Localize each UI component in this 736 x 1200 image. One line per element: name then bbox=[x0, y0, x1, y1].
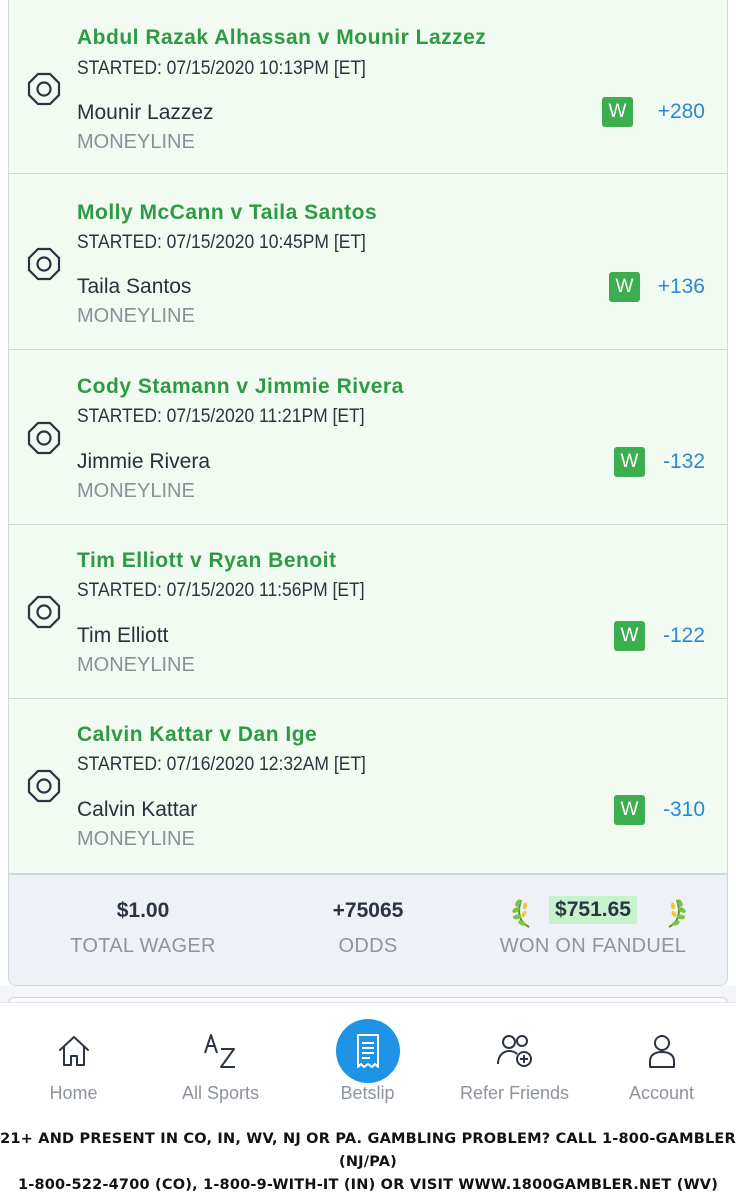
disclaimer-line-2: 1-800-522-4700 (CO), 1-800-9-WITH-IT (IN… bbox=[17, 1177, 719, 1193]
bet-leg[interactable]: Molly McCann v Taila Santos STARTED: 07/… bbox=[9, 176, 727, 350]
bet-leg[interactable]: Abdul Razak Alhassan v Mounir Lazzez STA… bbox=[9, 0, 727, 174]
responsible-gambling-disclaimer: 21+ AND PRESENT IN CO, IN, WV, NJ OR PA.… bbox=[0, 1128, 736, 1197]
disclaimer-line-1: 21+ AND PRESENT IN CO, IN, WV, NJ OR PA.… bbox=[0, 1131, 736, 1170]
win-badge: W bbox=[614, 795, 645, 825]
event-title: Molly McCann v Taila Santos bbox=[77, 201, 378, 224]
selection-name: Jimmie Rivera bbox=[77, 450, 211, 473]
winnings-highlight: $751.65 bbox=[473, 894, 713, 930]
bet-summary: $1.00 TOTAL WAGER +75065 ODDS $751.65 WO… bbox=[9, 874, 727, 985]
tab-all-sports[interactable]: All Sports bbox=[147, 1003, 294, 1123]
market-type: MONEYLINE bbox=[77, 305, 195, 327]
tab-home[interactable]: Home bbox=[0, 1003, 147, 1123]
win-badge: W bbox=[614, 621, 645, 651]
total-odds-value: +75065 bbox=[332, 899, 404, 922]
tab-account-label: Account bbox=[628, 1083, 695, 1103]
total-wager-label: TOTAL WAGER bbox=[70, 935, 216, 957]
bet-leg[interactable]: Cody Stamann v Jimmie Rivera STARTED: 07… bbox=[9, 351, 727, 525]
tab-betslip[interactable]: Betslip bbox=[294, 1003, 441, 1123]
selection-name: Mounir Lazzez bbox=[77, 101, 214, 124]
leg-odds: +136 bbox=[657, 275, 705, 298]
winnings-label: WON ON FANDUEL bbox=[499, 935, 687, 957]
selection-name: Taila Santos bbox=[77, 275, 192, 298]
parlay-card: Abdul Razak Alhassan v Mounir Lazzez STA… bbox=[8, 0, 728, 986]
tab-refer-friends[interactable]: Refer Friends bbox=[441, 1003, 588, 1123]
bet-leg[interactable]: Calvin Kattar v Dan Ige STARTED: 07/16/2… bbox=[9, 700, 727, 874]
ufc-octagon-icon bbox=[27, 595, 61, 629]
market-type: MONEYLINE bbox=[77, 131, 195, 153]
event-title: Tim Elliott v Ryan Benoit bbox=[77, 549, 337, 572]
bet-leg[interactable]: Tim Elliott v Ryan Benoit STARTED: 07/15… bbox=[9, 525, 727, 699]
tab-refer-friends-label: Refer Friends bbox=[459, 1083, 570, 1103]
event-start-time: STARTED: 07/15/2020 10:13PM [ET] bbox=[77, 58, 366, 79]
tab-home-label: Home bbox=[49, 1083, 98, 1103]
az-icon bbox=[203, 1034, 235, 1068]
win-badge: W bbox=[602, 97, 633, 127]
market-type: MONEYLINE bbox=[77, 480, 195, 502]
winnings-value: $751.65 bbox=[549, 896, 637, 924]
event-title: Abdul Razak Alhassan v Mounir Lazzez bbox=[77, 26, 487, 49]
selection-name: Tim Elliott bbox=[77, 624, 169, 647]
event-start-time: STARTED: 07/16/2020 12:32AM [ET] bbox=[77, 754, 366, 775]
event-title: Calvin Kattar v Dan Ige bbox=[77, 723, 318, 746]
market-type: MONEYLINE bbox=[77, 654, 195, 676]
win-badge: W bbox=[609, 272, 640, 302]
event-title: Cody Stamann v Jimmie Rivera bbox=[77, 375, 404, 398]
leg-odds: +280 bbox=[657, 100, 705, 123]
selection-name: Calvin Kattar bbox=[77, 798, 198, 821]
next-card-edge bbox=[0, 986, 736, 1004]
laurel-right-icon bbox=[668, 899, 686, 928]
ufc-octagon-icon bbox=[27, 72, 61, 106]
event-start-time: STARTED: 07/15/2020 11:56PM [ET] bbox=[77, 580, 365, 601]
total-wager-value: $1.00 bbox=[116, 899, 170, 922]
ufc-octagon-icon bbox=[27, 247, 61, 281]
ufc-octagon-icon bbox=[27, 769, 61, 803]
total-odds-label: ODDS bbox=[338, 935, 398, 957]
account-icon bbox=[648, 1035, 675, 1068]
event-start-time: STARTED: 07/15/2020 10:45PM [ET] bbox=[77, 232, 366, 253]
event-start-time: STARTED: 07/15/2020 11:21PM [ET] bbox=[77, 406, 365, 427]
betslip-screen: Abdul Razak Alhassan v Mounir Lazzez STA… bbox=[0, 0, 736, 1200]
win-badge: W bbox=[614, 447, 645, 477]
laurel-left-icon bbox=[512, 899, 530, 928]
tab-account[interactable]: Account bbox=[588, 1003, 735, 1123]
tab-all-sports-label: All Sports bbox=[181, 1083, 260, 1103]
bottom-tab-bar: Home All Sports Betslip Refer Friends Ac… bbox=[0, 1002, 736, 1123]
leg-odds: -132 bbox=[662, 450, 705, 473]
market-type: MONEYLINE bbox=[77, 828, 195, 850]
leg-odds: -122 bbox=[662, 624, 705, 647]
ufc-octagon-icon bbox=[27, 421, 61, 455]
leg-odds: -310 bbox=[662, 798, 705, 821]
tab-betslip-label: Betslip bbox=[340, 1083, 395, 1103]
refer-friends-icon bbox=[496, 1035, 532, 1067]
betslip-icon bbox=[356, 1034, 379, 1068]
home-icon bbox=[58, 1036, 89, 1066]
